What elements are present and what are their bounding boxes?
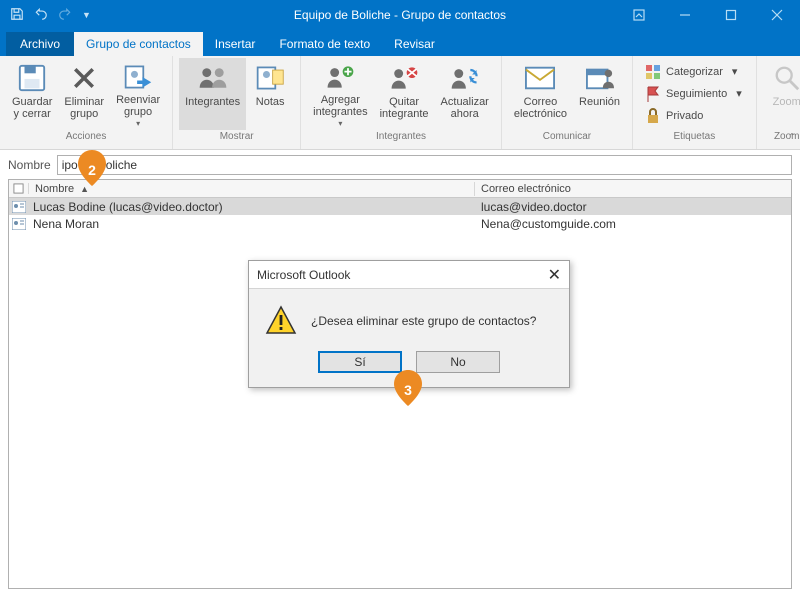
- tab-format-text[interactable]: Formato de texto: [267, 32, 382, 56]
- group-actions: Guardar y cerrar Eliminar grupo Reenviar…: [0, 56, 173, 149]
- tab-review[interactable]: Revisar: [382, 32, 447, 56]
- contact-card-icon: [9, 201, 29, 213]
- cell-name: Nena Moran: [29, 217, 475, 231]
- notes-icon: [254, 62, 286, 94]
- collapse-ribbon-icon[interactable]: ˆ: [790, 131, 794, 145]
- categorize-button[interactable]: Categorizar▾: [641, 61, 746, 82]
- tab-file[interactable]: Archivo: [6, 32, 74, 56]
- dialog-titlebar: Microsoft Outlook ✕: [249, 261, 569, 289]
- col-icon[interactable]: [9, 183, 29, 194]
- remove-member-icon: [388, 62, 420, 94]
- flag-icon: [645, 86, 661, 102]
- zoom-icon: [771, 62, 800, 94]
- qat-dropdown-icon[interactable]: ▼: [82, 10, 91, 20]
- title-bar: ▼ Equipo de Boliche - Grupo de contactos: [0, 0, 800, 30]
- members-icon: [197, 62, 229, 94]
- ribbon: Guardar y cerrar Eliminar grupo Reenviar…: [0, 56, 800, 150]
- update-now-button[interactable]: Actualizar ahora: [435, 58, 495, 130]
- group-communicate: Correo electrónico Reunión Comunicar: [502, 56, 633, 149]
- private-button[interactable]: Privado: [641, 105, 746, 126]
- delete-group-icon: [68, 62, 100, 94]
- cell-name: Lucas Bodine (lucas@video.doctor): [29, 200, 475, 214]
- dialog-close-icon[interactable]: ✕: [548, 265, 561, 285]
- maximize-icon[interactable]: [708, 0, 754, 30]
- confirm-dialog: Microsoft Outlook ✕ ¿Desea eliminar este…: [248, 260, 570, 388]
- lock-icon: [645, 108, 661, 124]
- cell-email: lucas@video.doctor: [475, 200, 791, 214]
- group-tags: Categorizar▾ Seguimiento▾ Privado Etique…: [633, 56, 757, 149]
- group-label-tags: Etiquetas: [674, 130, 716, 148]
- save-close-icon: [16, 62, 48, 94]
- notes-button[interactable]: Notas: [246, 58, 294, 130]
- meeting-icon: [584, 62, 616, 94]
- group-name-input[interactable]: [57, 155, 792, 175]
- cell-email: Nena@customguide.com: [475, 217, 791, 231]
- categorize-icon: [645, 64, 661, 80]
- redo-icon[interactable]: [58, 7, 72, 24]
- tab-insert[interactable]: Insertar: [203, 32, 268, 56]
- save-close-button[interactable]: Guardar y cerrar: [6, 58, 58, 130]
- list-row[interactable]: Nena Moran Nena@customguide.com: [9, 215, 791, 232]
- callout-2: 2: [78, 150, 106, 186]
- dialog-message: ¿Desea eliminar este grupo de contactos?: [311, 314, 536, 328]
- forward-group-button[interactable]: Reenviar grupo▾: [110, 58, 166, 130]
- list-row[interactable]: Lucas Bodine (lucas@video.doctor) lucas@…: [9, 198, 791, 215]
- group-label-show: Mostrar: [220, 130, 254, 148]
- group-label-communicate: Comunicar: [543, 130, 591, 148]
- warning-icon: [265, 305, 297, 337]
- forward-group-icon: [122, 62, 154, 92]
- dialog-title: Microsoft Outlook: [257, 268, 350, 282]
- members-button[interactable]: Integrantes: [179, 58, 246, 130]
- update-icon: [449, 62, 481, 94]
- contact-card-icon: [9, 218, 29, 230]
- followup-button[interactable]: Seguimiento▾: [641, 83, 746, 104]
- group-members: Agregar integrantes▾ Quitar integrante A…: [301, 56, 502, 149]
- add-members-button[interactable]: Agregar integrantes▾: [307, 58, 373, 130]
- ribbon-options-icon[interactable]: [616, 0, 662, 30]
- add-members-icon: [324, 62, 356, 92]
- ribbon-tabs: Archivo Grupo de contactos Insertar Form…: [0, 30, 800, 56]
- list-header: Nombre▲ Correo electrónico: [9, 180, 791, 198]
- delete-group-button[interactable]: Eliminar grupo: [58, 58, 110, 130]
- dialog-yes-button[interactable]: Sí: [318, 351, 402, 373]
- minimize-icon[interactable]: [662, 0, 708, 30]
- tab-contact-group[interactable]: Grupo de contactos: [74, 32, 203, 56]
- col-email[interactable]: Correo electrónico: [475, 182, 791, 196]
- dialog-no-button[interactable]: No: [416, 351, 500, 373]
- close-icon[interactable]: [754, 0, 800, 30]
- group-name-label: Nombre: [8, 158, 51, 172]
- window-buttons: [616, 0, 800, 30]
- email-icon: [524, 62, 556, 94]
- meeting-button[interactable]: Reunión: [573, 58, 626, 130]
- undo-icon[interactable]: [34, 7, 48, 24]
- callout-3: 3: [394, 370, 422, 406]
- save-icon[interactable]: [10, 7, 24, 24]
- group-label-actions: Acciones: [66, 130, 107, 148]
- group-label-zoom: Zoom: [774, 130, 800, 148]
- group-label-members: Integrantes: [376, 130, 426, 148]
- email-button[interactable]: Correo electrónico: [508, 58, 573, 130]
- quick-access-toolbar: ▼: [0, 7, 140, 24]
- group-show: Integrantes Notas Mostrar: [173, 56, 301, 149]
- zoom-button: Zoom: [763, 58, 800, 130]
- group-name-row: Nombre: [0, 150, 800, 179]
- remove-member-button[interactable]: Quitar integrante: [374, 58, 435, 130]
